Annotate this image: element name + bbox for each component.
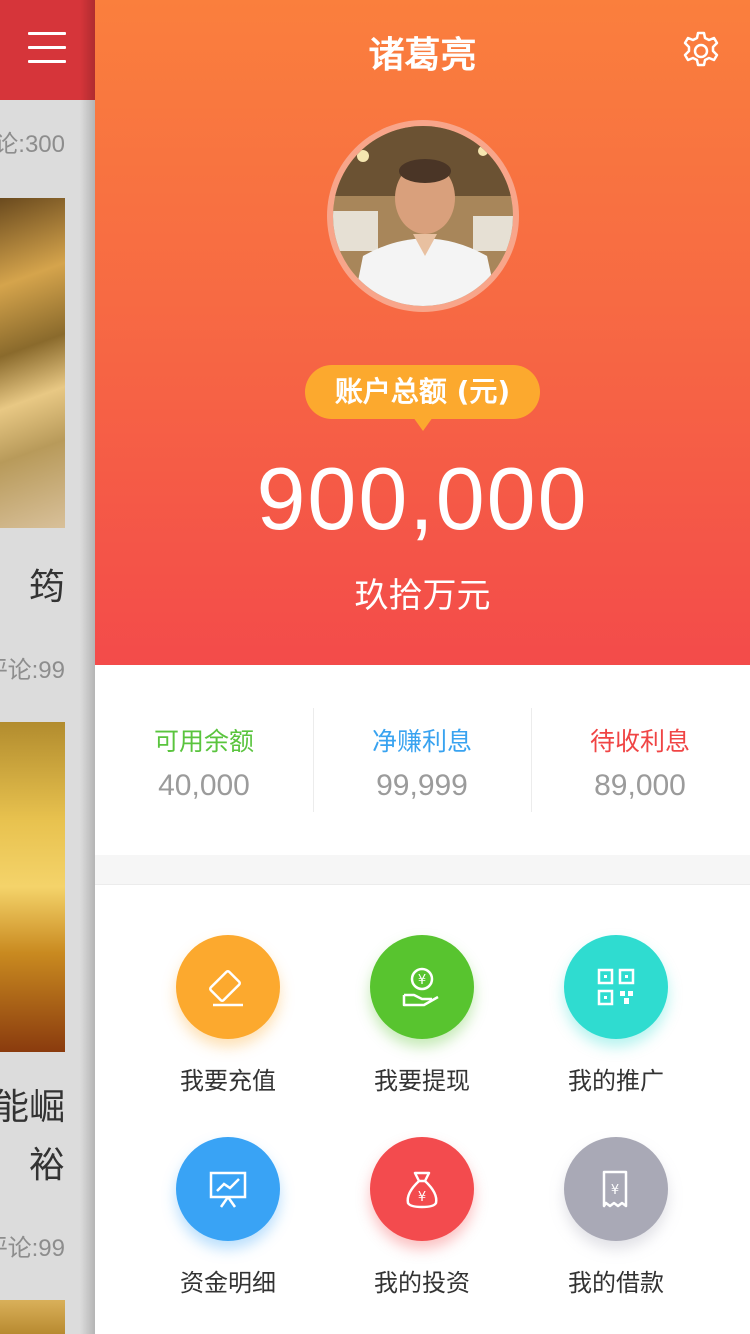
recharge-icon [176, 935, 280, 1039]
action-recharge[interactable]: 我要充值 [119, 935, 337, 1125]
stat-value: 40,000 [158, 769, 250, 802]
comment-count: 评论:99 [0, 1235, 65, 1262]
total-balance-chinese: 玖拾万元 [354, 576, 491, 616]
action-label: 我的推广 [568, 1067, 664, 1095]
svg-text:¥: ¥ [611, 1183, 619, 1198]
settings-icon[interactable] [680, 30, 722, 72]
stat-label: 净赚利息 [371, 727, 472, 756]
receipt-icon: ¥ [564, 1137, 668, 1241]
article-image[interactable] [0, 1300, 65, 1334]
article-title[interactable]: 裕 [29, 1136, 65, 1188]
action-label: 我的投资 [374, 1269, 470, 1297]
badge-pointer [413, 417, 433, 431]
action-label: 资金明细 [180, 1269, 276, 1297]
article-image[interactable] [0, 722, 65, 1052]
svg-text:¥: ¥ [418, 1190, 426, 1205]
stat-net-interest[interactable]: 净赚利息 99,999 [313, 665, 531, 855]
money-bag-icon: ¥ [370, 1137, 474, 1241]
balance-stats: 可用余额 40,000 净赚利息 99,999 待收利息 89,000 [95, 665, 750, 855]
withdraw-icon: ¥ [370, 935, 474, 1039]
article-feed[interactable]: 论:300 筠 评论:99 能崛 裕 评论:99 [0, 0, 95, 1334]
action-my-investment[interactable]: ¥ 我的投资 [313, 1137, 531, 1327]
action-withdraw[interactable]: ¥ 我要提现 [313, 935, 531, 1125]
avatar-photo [333, 126, 513, 306]
drawer-shadow [80, 0, 95, 1334]
action-label: 我的借款 [568, 1269, 664, 1297]
action-label: 我要提现 [374, 1067, 470, 1095]
article-title[interactable]: 筠 [29, 558, 65, 610]
account-drawer: 诸葛亮 账户总额 (元) 900,000 玖拾万元 可用余额 40,000 净赚… [95, 0, 750, 1334]
stat-label: 可用余额 [153, 727, 254, 756]
svg-text:¥: ¥ [418, 973, 426, 988]
action-label: 我要充值 [180, 1067, 276, 1095]
menu-icon[interactable] [28, 32, 66, 64]
qrcode-icon [564, 935, 668, 1039]
action-promotion[interactable]: 我的推广 [507, 935, 725, 1125]
user-name: 诸葛亮 [368, 35, 477, 76]
stat-value: 89,000 [594, 769, 686, 802]
account-header: 诸葛亮 账户总额 (元) 900,000 玖拾万元 [95, 0, 750, 665]
stat-value: 99,999 [376, 769, 468, 802]
action-fund-details[interactable]: 资金明细 [119, 1137, 337, 1327]
total-balance: 900,000 [256, 449, 589, 548]
balance-label-badge: 账户总额 (元) [305, 365, 540, 419]
screen: 论:300 筠 评论:99 能崛 裕 评论:99 诸葛亮 [0, 0, 750, 1334]
chart-icon [176, 1137, 280, 1241]
stat-available[interactable]: 可用余额 40,000 [95, 665, 313, 855]
article-title[interactable]: 能崛 [0, 1078, 65, 1130]
stat-pending-interest[interactable]: 待收利息 89,000 [531, 665, 749, 855]
comment-count: 论:300 [0, 131, 65, 158]
avatar[interactable] [327, 120, 519, 312]
comment-count: 评论:99 [0, 657, 65, 684]
stat-label: 待收利息 [589, 727, 690, 756]
action-my-loan[interactable]: ¥ 我的借款 [507, 1137, 725, 1327]
action-grid: 我要充值 ¥ 我要提现 我的推广 资金明细 ¥ 我的投资 ¥ 我的借款 [95, 884, 750, 1334]
article-image[interactable] [0, 198, 65, 528]
